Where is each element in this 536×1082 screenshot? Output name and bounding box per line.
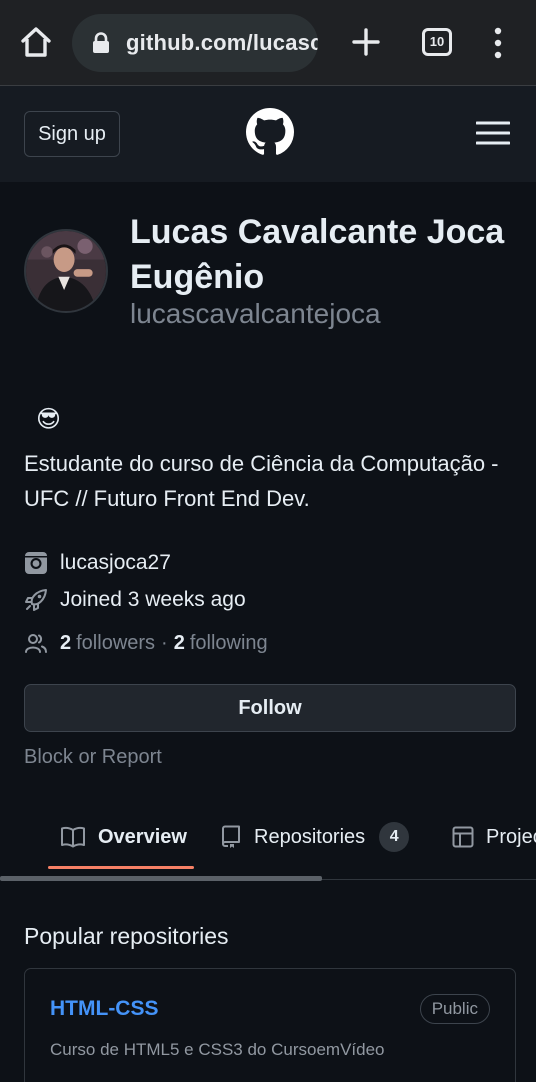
instagram-handle[interactable]: lucasjoca27	[60, 551, 171, 575]
github-logo-icon[interactable]	[246, 108, 294, 156]
instagram-link[interactable]: lucasjoca27	[24, 548, 171, 578]
repo-description: Curso de HTML5 e CSS3 do CursoemVídeo	[50, 1040, 385, 1059]
tab-selected-indicator	[48, 866, 194, 869]
tab-overview-label: Overview	[98, 825, 187, 848]
home-icon[interactable]	[18, 24, 54, 60]
follow-button[interactable]: Follow	[24, 684, 516, 732]
hamburger-menu-icon[interactable]	[476, 120, 510, 146]
tab-projects-label: Projects	[486, 825, 536, 848]
joined-info: Joined 3 weeks ago	[24, 585, 246, 615]
more-menu-icon[interactable]	[488, 26, 508, 60]
tab-repositories-label: Repositories	[254, 825, 366, 848]
tab-repositories[interactable]: Repositories 4	[220, 820, 410, 854]
followers-label[interactable]: followers	[76, 632, 155, 655]
follow-stats: 2 followers · 2 following	[24, 628, 268, 658]
popular-repositories-title: Popular repositories	[24, 923, 229, 949]
repo-card: HTML-CSS Public Curso de HTML5 e CSS3 do…	[24, 968, 516, 1082]
sign-up-button[interactable]: Sign up	[24, 111, 120, 157]
tabs-scrollbar[interactable]	[0, 876, 322, 881]
address-bar[interactable]: github.com/lucascavalcantejoca	[72, 14, 318, 72]
repo-name-link[interactable]: HTML-CSS	[50, 997, 159, 1021]
profile-username: lucascavalcantejoca	[130, 298, 381, 329]
rocket-icon	[25, 589, 47, 611]
lock-icon	[93, 32, 109, 53]
new-tab-icon[interactable]	[348, 24, 384, 60]
tab-switcher-button[interactable]: 10	[422, 28, 452, 56]
following-label[interactable]: following	[190, 632, 268, 655]
tab-projects[interactable]: Projects	[452, 820, 536, 854]
stats-separator: ·	[161, 631, 168, 654]
tab-overview[interactable]: Overview	[60, 820, 187, 854]
browser-toolbar: github.com/lucascavalcantejoca 10	[0, 0, 536, 86]
site-header: Sign up	[0, 86, 536, 182]
people-icon	[25, 634, 47, 653]
block-or-report-link[interactable]: Block or Report	[24, 746, 162, 769]
table-icon	[452, 826, 474, 848]
repositories-counter: 4	[379, 822, 410, 852]
profile-full-name: Lucas Cavalcante Joca Eugênio	[130, 213, 505, 296]
avatar[interactable]	[24, 229, 108, 313]
profile-bio: Estudante do curso de Ciência da Computa…	[24, 451, 499, 511]
status-emoji[interactable]: 😎	[36, 406, 61, 434]
profile-page: Lucas Cavalcante Joca Eugênio lucascaval…	[0, 182, 536, 1082]
url-text: github.com/lucascavalcantejoca	[126, 30, 318, 55]
followers-count[interactable]: 2	[60, 632, 71, 655]
instagram-icon	[25, 552, 47, 574]
repo-icon	[222, 825, 240, 848]
book-icon	[61, 826, 85, 848]
joined-text: Joined 3 weeks ago	[60, 588, 246, 611]
visibility-badge: Public	[419, 994, 490, 1024]
following-count[interactable]: 2	[174, 632, 185, 655]
